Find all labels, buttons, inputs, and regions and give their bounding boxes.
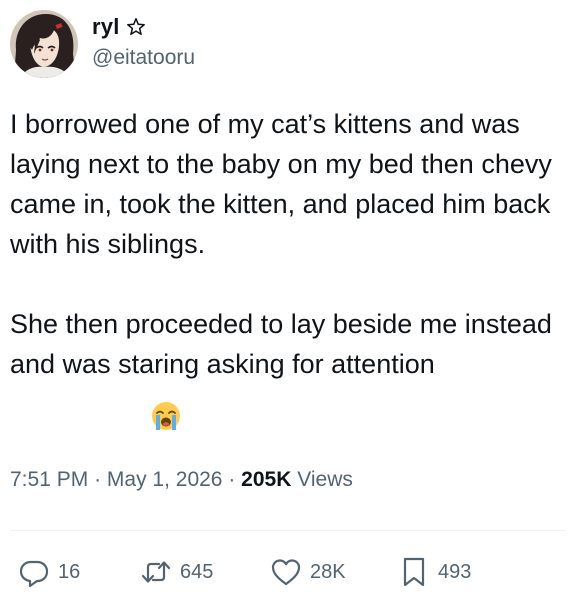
like-button[interactable]: 28K	[270, 556, 346, 588]
like-count: 28K	[310, 560, 346, 583]
divider	[10, 530, 566, 531]
loudly-crying-face-emoji	[150, 400, 182, 432]
tweet-paragraph-2-text: She then proceeded to lay beside me inst…	[10, 309, 552, 379]
display-name-row: ryl	[92, 12, 195, 42]
views-count: 205K	[241, 468, 292, 491]
tweet-card: ryl @eitatooru I borrowed one of my cat’…	[0, 0, 568, 598]
tweet-text: I borrowed one of my cat’s kittens and w…	[10, 104, 555, 430]
avatar[interactable]	[10, 10, 78, 78]
tweet-date[interactable]: May 1, 2026	[107, 468, 223, 491]
author-names: ryl @eitatooru	[92, 12, 195, 70]
avatar-image	[10, 10, 78, 78]
bookmark-count: 493	[438, 560, 472, 583]
views-label: Views	[297, 468, 353, 491]
reply-button[interactable]: 16	[18, 556, 80, 588]
repost-count: 645	[180, 560, 214, 583]
tweet-paragraph-1: I borrowed one of my cat’s kittens and w…	[10, 109, 552, 259]
action-bar: 16 645 28K 493	[0, 548, 568, 598]
tweet-time[interactable]: 7:51 PM	[10, 468, 88, 491]
tweet-meta: 7:51 PM · May 1, 2026 · 205K Views	[10, 468, 353, 492]
repost-button[interactable]: 645	[140, 556, 213, 588]
display-name[interactable]: ryl	[92, 14, 120, 40]
repost-icon	[140, 556, 172, 588]
star-icon	[126, 17, 146, 37]
meta-separator: ·	[94, 468, 102, 491]
bookmark-button[interactable]: 493	[398, 556, 471, 588]
tweet-header: ryl @eitatooru	[10, 10, 195, 78]
author-handle[interactable]: @eitatooru	[92, 46, 195, 70]
reply-count: 16	[58, 560, 81, 583]
tweet-paragraph-2: She then proceeded to lay beside me inst…	[10, 304, 555, 384]
reply-icon	[18, 556, 50, 588]
meta-separator: ·	[228, 468, 236, 491]
heart-icon	[270, 556, 302, 588]
bookmark-icon	[398, 556, 430, 588]
